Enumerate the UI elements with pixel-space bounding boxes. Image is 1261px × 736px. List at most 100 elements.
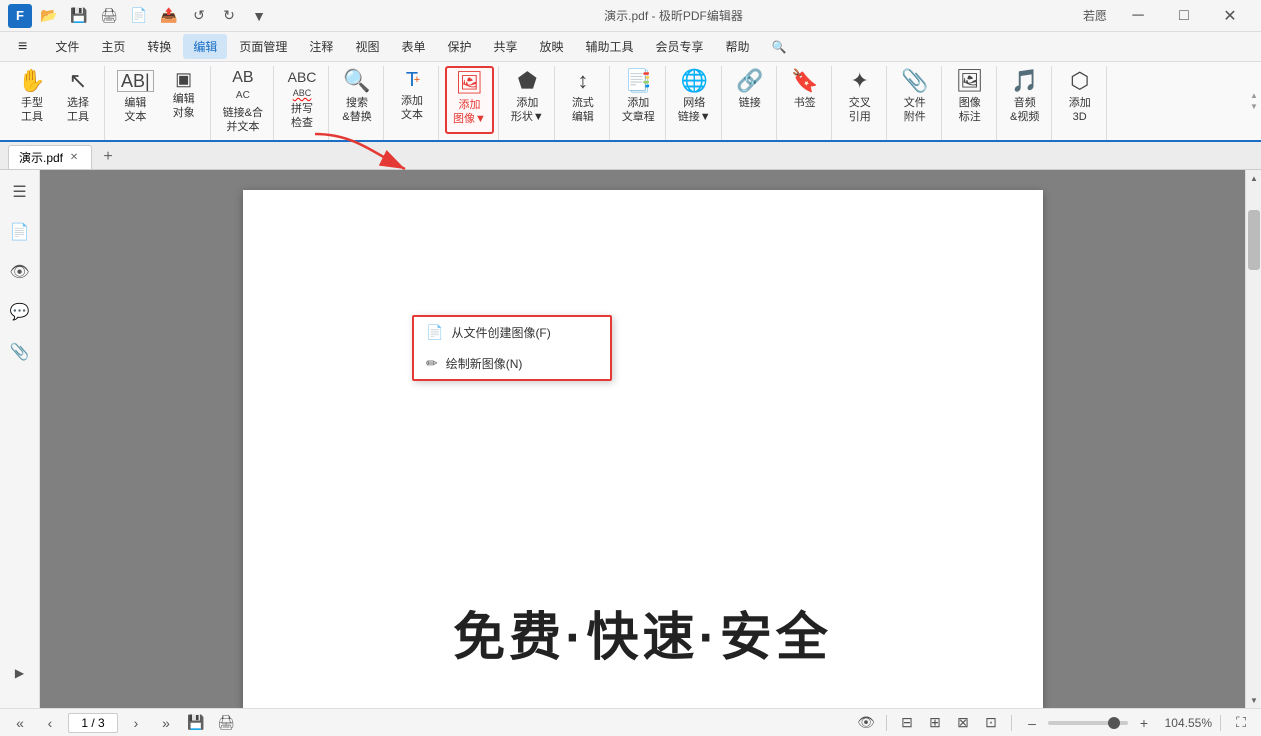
select-tool-btn[interactable]: ↖ 选择工具: [56, 66, 100, 134]
close-btn[interactable]: ✕: [1207, 0, 1253, 32]
attachment-btn[interactable]: 📎 文件附件: [893, 66, 937, 134]
pdf-main-text: 免费·快速·安全: [453, 595, 832, 670]
save-page-btn[interactable]: 💾: [184, 712, 208, 734]
panel-page-icon[interactable]: 📄: [6, 218, 34, 246]
menu-convert[interactable]: 转换: [137, 34, 181, 59]
tab-add-btn[interactable]: +: [96, 145, 120, 169]
title-bar-left: F 📂 💾 🖨 📄 📤 ↺ ↻ ▼: [8, 4, 272, 28]
menu-annotate[interactable]: 注释: [299, 34, 343, 59]
ribbon-group-addimage: 🖼 添加图像▼: [441, 66, 499, 140]
ribbon-group-crossref: ✦ 交叉引用: [834, 66, 887, 140]
add-image-btn[interactable]: 🖼 添加图像▼: [445, 66, 494, 134]
print-btn[interactable]: 🖨: [96, 4, 122, 28]
menu-page-manage[interactable]: 页面管理: [229, 34, 297, 59]
menu-search[interactable]: 🔍: [762, 36, 797, 58]
ribbon-scroll[interactable]: ▲ ▼: [1247, 62, 1261, 140]
page-input[interactable]: [68, 713, 118, 733]
view-page-btn[interactable]: ⊞: [923, 712, 947, 734]
draw-new-menu-item[interactable]: ✏ 绘制新图像(N): [414, 348, 610, 379]
panel-nav-arrow[interactable]: ▶: [15, 666, 24, 680]
left-panel: ☰ 📄 👁 💬 📎 ▶: [0, 170, 40, 708]
network-link-btn[interactable]: 🌐 网络链接▼: [672, 66, 717, 134]
print-page-btn[interactable]: 🖨: [214, 712, 238, 734]
fullscreen-btn[interactable]: ⛶: [1229, 712, 1253, 734]
add-text-icon: T+: [406, 70, 418, 90]
menu-protect[interactable]: 保护: [437, 34, 481, 59]
view-spread-btn[interactable]: ⊠: [951, 712, 975, 734]
right-scrollbar[interactable]: ▲ ▼: [1245, 170, 1261, 708]
flow-edit-btn[interactable]: ↕ 流式编辑: [561, 66, 605, 134]
edit-text-btn[interactable]: AB| 编辑文本: [111, 66, 160, 134]
add-shape-btn[interactable]: ⬟ 添加形状▼: [505, 66, 550, 134]
menu-view[interactable]: 视图: [345, 34, 389, 59]
menu-edit[interactable]: 编辑: [183, 34, 227, 59]
undo-btn[interactable]: ↺: [186, 4, 212, 28]
search-replace-btn[interactable]: 🔍 搜索&替换: [335, 66, 379, 134]
ribbon-group-shape: ⬟ 添加形状▼: [501, 66, 555, 140]
add-text-btn[interactable]: T+ 添加文本: [390, 66, 434, 134]
edit-text-icon: AB|: [117, 70, 154, 92]
redo-btn[interactable]: ↻: [216, 4, 242, 28]
status-right: 👁 ⊟ ⊞ ⊠ ⊡ – + 104.55% ⛶: [854, 712, 1253, 734]
ribbon-group-spell: ABCABC 拼写检查: [276, 66, 329, 140]
draw-icon: ✏: [426, 355, 438, 372]
scroll-down-btn[interactable]: ▼: [1246, 692, 1261, 708]
cross-ref-btn[interactable]: ✦ 交叉引用: [838, 66, 882, 134]
member-name[interactable]: 若愿: [1075, 5, 1115, 26]
last-page-btn[interactable]: »: [154, 712, 178, 734]
scroll-thumb[interactable]: [1248, 210, 1260, 270]
view-thumb-btn[interactable]: ⊡: [979, 712, 1003, 734]
search-icon: 🔍: [343, 70, 370, 92]
view-option-eye[interactable]: 👁: [854, 712, 878, 734]
scroll-up-btn[interactable]: ▲: [1246, 170, 1261, 186]
maximize-btn[interactable]: □: [1161, 0, 1207, 32]
menu-share[interactable]: 共享: [483, 34, 527, 59]
menu-help[interactable]: 帮助: [716, 34, 760, 59]
menu-form[interactable]: 表单: [391, 34, 435, 59]
hyperlink-btn[interactable]: 🔗 链接: [728, 66, 772, 134]
quick-access-dropdown[interactable]: ▼: [246, 4, 272, 28]
audio-video-btn[interactable]: 🎵 音频&视频: [1003, 66, 1047, 134]
add-chapter-btn[interactable]: 📑 添加文章程: [616, 66, 661, 134]
share-btn[interactable]: 📤: [156, 4, 182, 28]
ribbon-group-network: 🌐 网络链接▼: [668, 66, 722, 140]
menu-file[interactable]: 文件: [45, 34, 89, 59]
panel-view-icon[interactable]: 👁: [6, 258, 34, 286]
panel-nav-icon[interactable]: ☰: [6, 178, 34, 206]
view-fit-btn[interactable]: ⊟: [895, 712, 919, 734]
ribbon-group-imagemark: 🖼 图像标注: [944, 66, 997, 140]
chapter-icon: 📑: [625, 70, 652, 92]
tab-close-btn[interactable]: ✕: [67, 151, 81, 165]
menu-tools[interactable]: 辅助工具: [576, 34, 644, 59]
image-mark-btn[interactable]: 🖼 图像标注: [948, 66, 992, 134]
bookmark-btn[interactable]: 🔖 书签: [783, 66, 827, 134]
tab-demo-pdf[interactable]: 演示.pdf ✕: [8, 145, 92, 169]
hyperlink-icon: 🔗: [736, 70, 763, 92]
prev-page-btn[interactable]: ‹: [38, 712, 62, 734]
shape-icon: ⬟: [518, 70, 537, 92]
link-merge-btn[interactable]: ABAC 链接&合并文本: [217, 66, 269, 134]
add-3d-btn[interactable]: ⬡ 添加3D: [1058, 66, 1102, 134]
hand-tool-btn[interactable]: ✋ 手型工具: [10, 66, 54, 134]
spell-btn[interactable]: ABCABC 拼写检查: [280, 66, 324, 134]
new-btn[interactable]: 📄: [126, 4, 152, 28]
minimize-btn[interactable]: ─: [1115, 0, 1161, 32]
menu-home[interactable]: 主页: [91, 34, 135, 59]
menu-play[interactable]: 放映: [530, 34, 574, 59]
panel-attach-icon[interactable]: 📎: [6, 338, 34, 366]
hamburger-menu[interactable]: ≡: [8, 34, 37, 60]
open-btn[interactable]: 📂: [36, 4, 62, 28]
first-page-btn[interactable]: «: [8, 712, 32, 734]
zoom-thumb[interactable]: [1108, 717, 1120, 729]
next-page-btn[interactable]: ›: [124, 712, 148, 734]
save-btn[interactable]: 💾: [66, 4, 92, 28]
edit-object-btn[interactable]: ▣ 编辑对象: [162, 66, 206, 134]
zoom-in-btn[interactable]: +: [1132, 712, 1156, 734]
status-bar: « ‹ › » 💾 🖨 👁 ⊟ ⊞ ⊠ ⊡ – + 104.55% ⛶: [0, 708, 1261, 736]
menu-member[interactable]: 会员专享: [646, 34, 714, 59]
panel-comment-icon[interactable]: 💬: [6, 298, 34, 326]
zoom-out-btn[interactable]: –: [1020, 712, 1044, 734]
pdf-canvas: 免费·快速·安全 📄 从文件创建图像(F) ✏ 绘制新图像(N): [40, 170, 1245, 708]
zoom-slider[interactable]: [1048, 721, 1128, 725]
from-file-menu-item[interactable]: 📄 从文件创建图像(F): [414, 317, 610, 348]
